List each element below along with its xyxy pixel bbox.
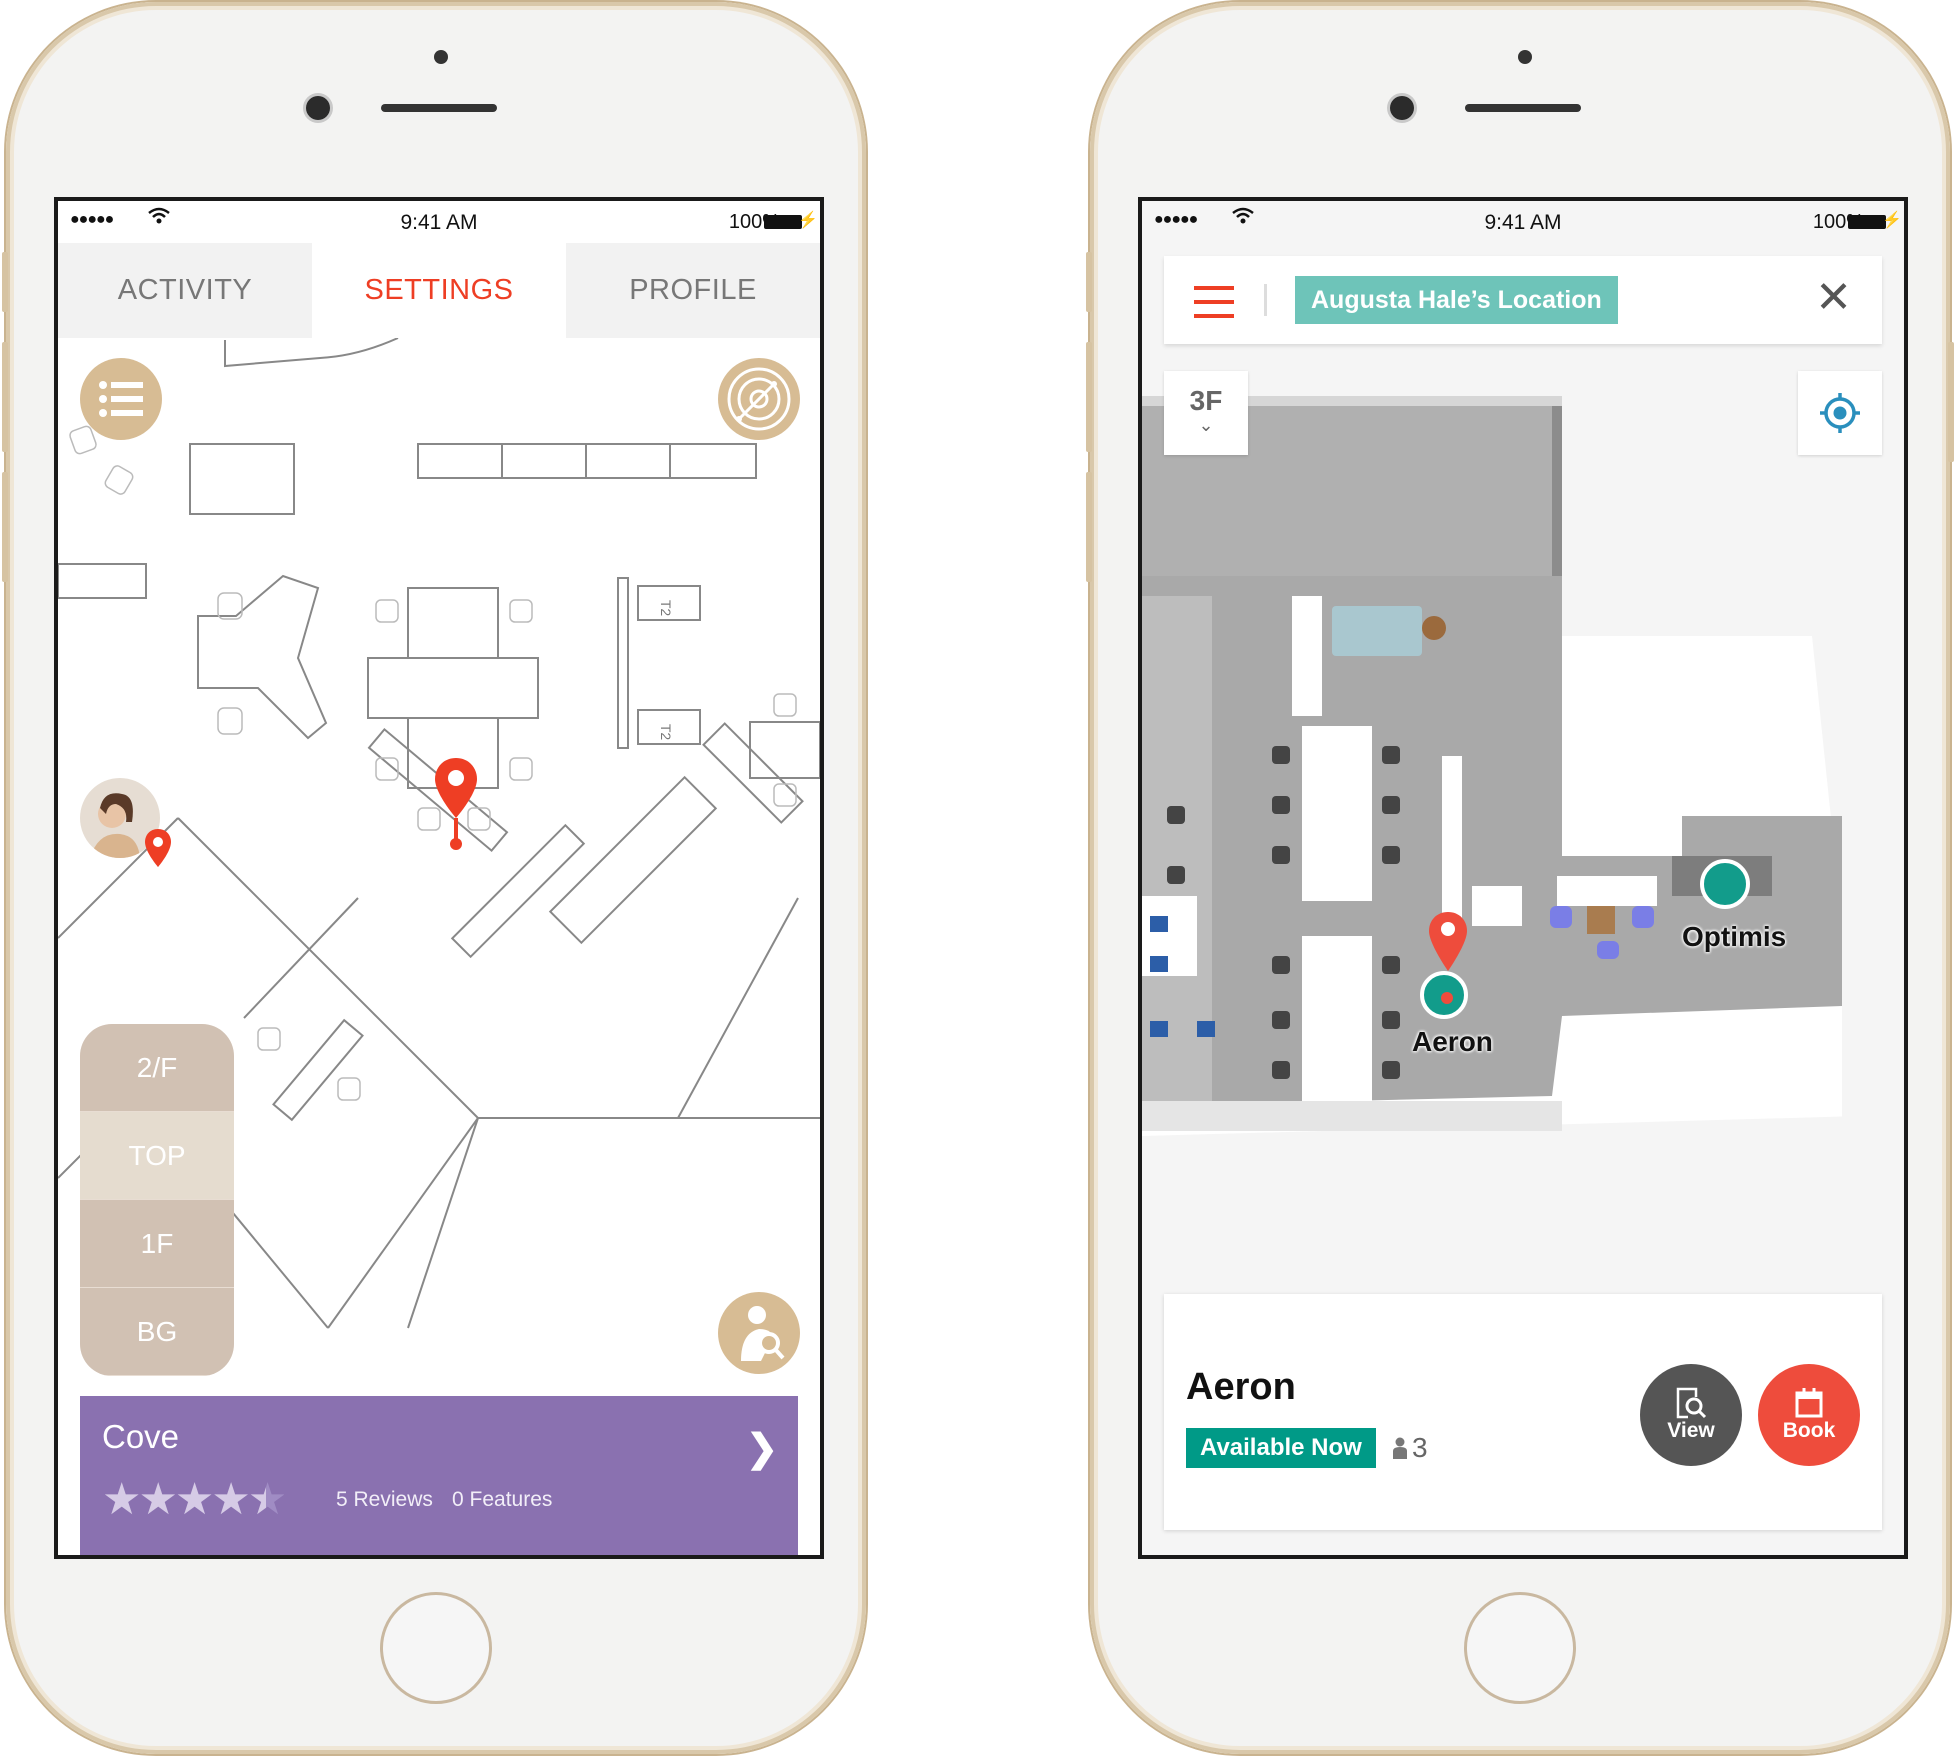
- map-label-optimis: Optimis: [1682, 921, 1787, 952]
- locate-me-button[interactable]: [1798, 371, 1882, 455]
- volume-up-button: [1086, 342, 1092, 452]
- capacity-value: 3: [1412, 1432, 1428, 1463]
- features-count[interactable]: 0 Features: [452, 1488, 552, 1512]
- radar-button[interactable]: [718, 358, 800, 440]
- tab-settings[interactable]: SETTINGS: [312, 243, 566, 338]
- 3d-floor-drawing: [1142, 396, 1862, 1136]
- earpiece-speaker: [381, 104, 497, 112]
- location-chip[interactable]: Augusta Hale’s Location: [1295, 276, 1618, 324]
- screen-right: ●●●●● 9:41 AM 100% ⚡ Aeron Optimis Augus…: [1138, 197, 1908, 1559]
- star-icon: ★: [174, 1475, 214, 1524]
- view-search-icon: [1676, 1387, 1707, 1419]
- location-header: Augusta Hale’s Location ✕: [1164, 256, 1882, 344]
- header-divider: [1264, 284, 1267, 316]
- star-icon: ★: [138, 1475, 177, 1524]
- power-button: [1948, 342, 1954, 462]
- space-card[interactable]: Cove ❯ ★★★★★ 5 Reviews 0 Features last u…: [80, 1396, 798, 1555]
- desk-label: T2: [658, 599, 675, 617]
- star-rating: ★★★★★: [102, 1474, 287, 1525]
- star-icon: ★: [247, 1475, 287, 1524]
- phone-frame-left: ●●●●● 9:41 AM 100% ⚡ ACTIVITY SETTINGS P…: [2, 2, 866, 1754]
- home-button[interactable]: [380, 1592, 492, 1704]
- find-person-button[interactable]: [718, 1292, 800, 1374]
- mute-switch: [1086, 252, 1092, 312]
- battery-icon: [764, 215, 802, 229]
- home-button[interactable]: [1464, 1592, 1576, 1704]
- volume-up-button: [2, 342, 8, 452]
- battery-icon: [1848, 215, 1886, 229]
- earpiece-speaker: [1465, 104, 1581, 112]
- 3d-floor-map[interactable]: Aeron Optimis: [1142, 396, 1862, 1326]
- space-name: Aeron: [1186, 1366, 1296, 1408]
- list-view-button[interactable]: [80, 358, 162, 440]
- tab-bar: ACTIVITY SETTINGS PROFILE: [58, 243, 820, 338]
- floor-dropdown[interactable]: 3F ⌄: [1164, 371, 1248, 455]
- volume-down-button: [1086, 472, 1092, 582]
- floor-plan-map[interactable]: T2 T2 2/F TOP 1F BG Cove ❯ ★★★★★ 5 Revie…: [58, 338, 820, 1555]
- floor-option-2f[interactable]: 2/F: [80, 1024, 234, 1112]
- floor-label: 3F: [1189, 385, 1223, 416]
- space-detail-card: Aeron Available Now 3 View Book: [1164, 1294, 1882, 1530]
- map-pin-icon: [435, 758, 477, 850]
- floor-option-bg[interactable]: BG: [80, 1288, 234, 1376]
- view-label: View: [1667, 1419, 1715, 1442]
- floor-selector: 2/F TOP 1F BG: [80, 1024, 234, 1376]
- crosshair-icon: [1820, 393, 1860, 433]
- proximity-sensor: [434, 50, 448, 64]
- book-label: Book: [1782, 1419, 1836, 1442]
- map-label-aeron: Aeron: [1412, 1026, 1493, 1057]
- list-icon: [99, 381, 143, 417]
- floor-option-top[interactable]: TOP: [80, 1112, 234, 1200]
- user-location-pin: [144, 828, 172, 873]
- close-icon[interactable]: ✕: [1815, 272, 1852, 323]
- map-pin-icon: [145, 829, 171, 867]
- clock: 9:41 AM: [1484, 211, 1562, 234]
- charging-icon: ⚡: [798, 212, 818, 229]
- clock: 9:41 AM: [400, 211, 478, 234]
- status-bar: ●●●●● 9:41 AM 100% ⚡: [1142, 201, 1904, 243]
- availability-badge: Available Now: [1186, 1428, 1376, 1468]
- selected-space-pin[interactable]: [433, 756, 479, 857]
- proximity-sensor: [1518, 50, 1532, 64]
- chevron-right-icon[interactable]: ❯: [746, 1426, 778, 1471]
- book-button[interactable]: Book: [1758, 1364, 1860, 1466]
- tab-profile[interactable]: PROFILE: [566, 243, 820, 338]
- chevron-down-icon: ⌄: [1198, 415, 1214, 435]
- person-search-icon: [741, 1306, 785, 1361]
- capacity: 3: [1392, 1432, 1428, 1464]
- space-marker-optimis[interactable]: [1700, 859, 1750, 909]
- reviews-count[interactable]: 5 Reviews: [336, 1488, 433, 1512]
- space-name: Cove: [102, 1418, 180, 1455]
- front-camera: [306, 96, 330, 120]
- mute-switch: [2, 252, 8, 312]
- floor-option-1f[interactable]: 1F: [80, 1200, 234, 1288]
- status-bar: ●●●●● 9:41 AM 100% ⚡: [58, 201, 820, 243]
- star-icon: ★: [102, 1475, 141, 1524]
- calendar-icon: [1795, 1388, 1823, 1418]
- desk-label: T2: [658, 723, 675, 741]
- charging-icon: ⚡: [1882, 212, 1902, 229]
- person-icon: [1393, 1437, 1407, 1459]
- screen-left: ●●●●● 9:41 AM 100% ⚡ ACTIVITY SETTINGS P…: [54, 197, 824, 1559]
- front-camera: [1390, 96, 1414, 120]
- hamburger-menu-icon[interactable]: [1194, 286, 1234, 328]
- tab-activity[interactable]: ACTIVITY: [58, 243, 312, 338]
- volume-down-button: [2, 472, 8, 582]
- radar-icon: [727, 367, 791, 431]
- pin-dot: [1441, 992, 1453, 1004]
- phone-frame-right: ●●●●● 9:41 AM 100% ⚡ Aeron Optimis Augus…: [1086, 2, 1954, 1754]
- star-icon: ★: [211, 1475, 250, 1524]
- view-button[interactable]: View: [1640, 1364, 1742, 1466]
